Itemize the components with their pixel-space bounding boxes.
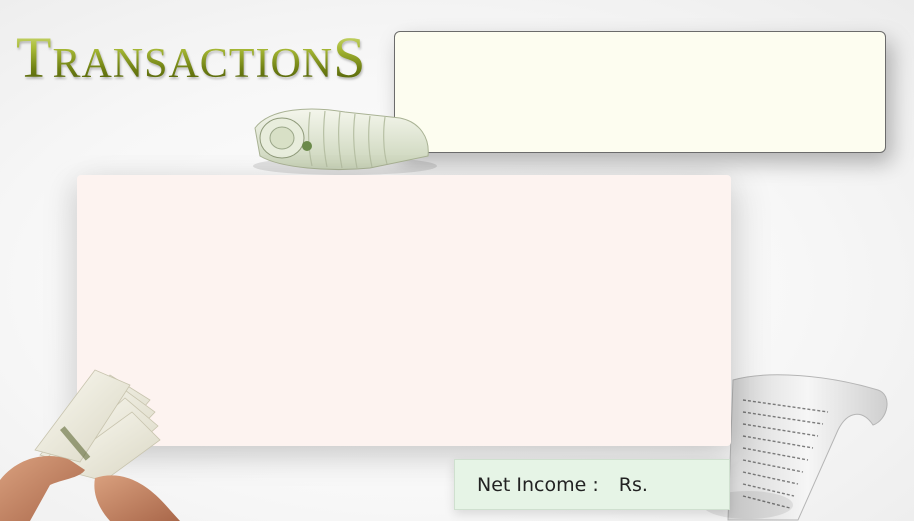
transactions-screen: TRANSACTIONS Net Income: Rs. — [0, 0, 914, 521]
title-letters-middle: RANSACTION — [52, 41, 334, 87]
net-income-bar: Net Income : Rs. — [454, 459, 730, 510]
currency-label: Rs. — [618, 473, 648, 496]
info-panel — [394, 31, 886, 153]
title-letter-first: T — [16, 25, 53, 90]
net-income-label: Net Income : — [477, 473, 599, 496]
title-letter-last: S — [333, 25, 367, 90]
money-roll-icon — [253, 108, 437, 175]
book-in-hands-icon — [0, 369, 180, 521]
page-title: TRANSACTIONS — [16, 28, 366, 94]
